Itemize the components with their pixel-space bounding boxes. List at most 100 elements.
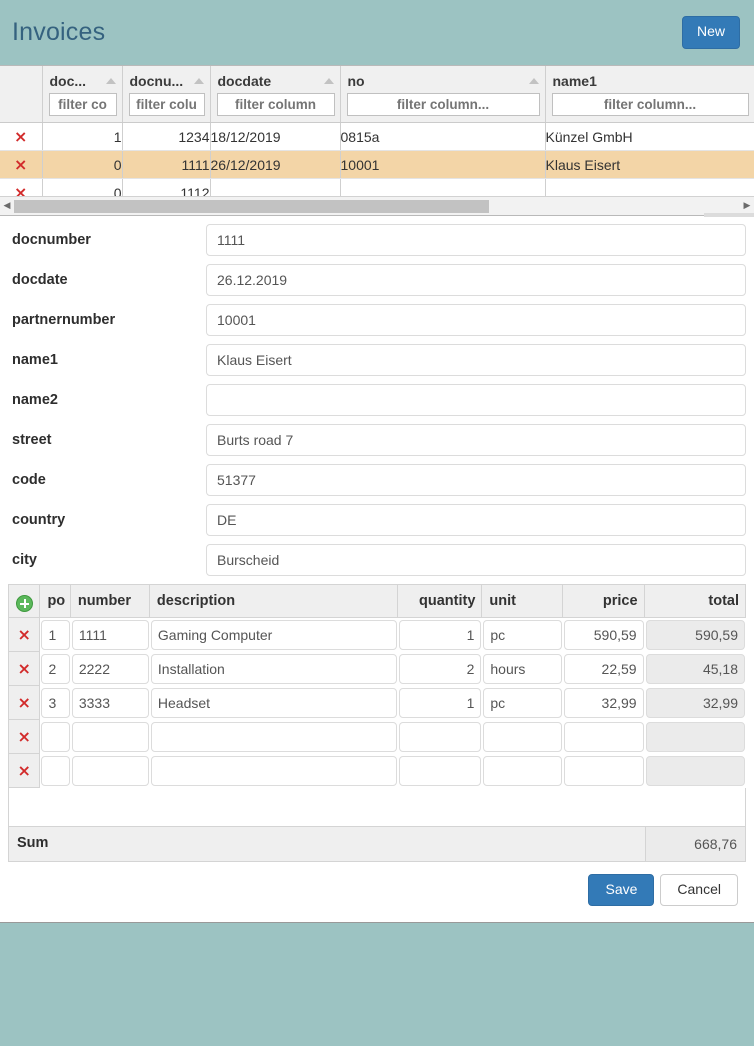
plus-circle-icon[interactable] <box>15 594 33 612</box>
line-item-unit[interactable]: pc <box>483 620 563 650</box>
delete-row-icon[interactable]: × <box>14 128 27 145</box>
grid-filter-doc[interactable]: filter co <box>48 93 117 116</box>
scrollbar-secondary-thumb[interactable] <box>704 212 754 217</box>
line-item-po[interactable] <box>41 756 70 786</box>
save-button[interactable]: Save <box>588 874 655 907</box>
grid-header-docdate[interactable]: docdate filter column <box>210 66 341 123</box>
line-item-unit-cell[interactable] <box>482 720 563 754</box>
line-item-description-cell[interactable]: Installation <box>150 652 398 686</box>
line-item-quantity[interactable]: 2 <box>399 654 482 684</box>
line-item-price-cell[interactable]: 22,59 <box>563 652 644 686</box>
sort-ascending-icon[interactable] <box>528 78 539 84</box>
line-item-description-cell[interactable]: Gaming Computer <box>150 618 398 652</box>
sort-ascending-icon[interactable] <box>193 78 204 84</box>
country-field[interactable] <box>206 504 746 536</box>
row-delete-cell[interactable]: × <box>0 122 43 151</box>
line-item-price-cell[interactable]: 590,59 <box>563 618 644 652</box>
line-item-description[interactable]: Gaming Computer <box>150 620 398 650</box>
line-item-po-cell[interactable]: 2 <box>40 652 70 686</box>
line-item-number[interactable]: 2222 <box>71 654 149 684</box>
line-item-delete-cell[interactable]: × <box>8 652 41 686</box>
new-button[interactable]: New <box>681 16 740 49</box>
sort-ascending-icon[interactable] <box>105 78 116 84</box>
table-row[interactable]: × 1 1234 18/12/2019 0815a Künzel GmbH <box>0 122 754 151</box>
line-item-unit-cell[interactable] <box>482 754 563 788</box>
delete-line-item-icon[interactable]: × <box>18 694 31 711</box>
scroll-left-icon[interactable]: ◀ <box>0 201 14 211</box>
grid-header-doc[interactable]: doc... filter co <box>42 66 123 123</box>
grid-filter-docdate[interactable]: filter column <box>216 93 335 116</box>
partnernumber-field[interactable] <box>206 304 746 336</box>
line-item-description-cell[interactable] <box>150 754 398 788</box>
sort-ascending-icon[interactable] <box>323 78 334 84</box>
line-item-delete-cell[interactable]: × <box>8 618 41 652</box>
grid-header-name1[interactable]: name1 filter column... <box>545 66 754 123</box>
line-item-unit[interactable]: hours <box>483 654 563 684</box>
line-item-price-cell[interactable] <box>563 720 644 754</box>
table-row[interactable]: × 0 1112 <box>0 178 754 196</box>
cancel-button[interactable]: Cancel <box>660 874 738 907</box>
delete-line-item-icon[interactable]: × <box>18 660 31 677</box>
grid-filter-name1[interactable]: filter column... <box>551 93 749 116</box>
name2-field[interactable] <box>206 384 746 416</box>
name1-field[interactable] <box>206 344 746 376</box>
line-item-po[interactable]: 1 <box>41 620 70 650</box>
grid-header-no[interactable]: no filter column... <box>340 66 546 123</box>
line-item-quantity[interactable] <box>399 756 482 786</box>
street-field[interactable] <box>206 424 746 456</box>
line-item-po[interactable]: 2 <box>41 654 70 684</box>
delete-row-icon[interactable]: × <box>14 156 27 173</box>
line-item-price-cell[interactable] <box>563 754 644 788</box>
line-item-quantity-cell[interactable]: 1 <box>398 618 482 652</box>
line-item-price[interactable]: 22,59 <box>564 654 644 684</box>
line-item-description-cell[interactable]: Headset <box>150 686 398 720</box>
line-item-po[interactable]: 3 <box>41 688 70 718</box>
line-item-number-cell[interactable]: 1111 <box>71 618 150 652</box>
grid-horizontal-scrollbar[interactable]: ◀ ▶ <box>0 196 754 217</box>
docdate-field[interactable] <box>206 264 746 296</box>
line-item-po-cell[interactable] <box>40 754 70 788</box>
line-item-row[interactable]: × 1 1111 Gaming Computer 1 pc 590,59 590… <box>8 618 746 652</box>
row-delete-cell[interactable]: × <box>0 150 43 179</box>
delete-line-item-icon[interactable]: × <box>18 626 31 643</box>
line-item-number-cell[interactable] <box>71 720 150 754</box>
line-item-unit-cell[interactable]: hours <box>482 652 563 686</box>
line-item-quantity[interactable]: 1 <box>399 688 482 718</box>
line-item-description-cell[interactable] <box>150 720 398 754</box>
line-item-po-cell[interactable]: 1 <box>40 618 70 652</box>
docnumber-field[interactable] <box>206 224 746 256</box>
line-item-quantity[interactable]: 1 <box>399 620 482 650</box>
line-item-number-cell[interactable] <box>71 754 150 788</box>
line-item-description[interactable] <box>150 722 398 752</box>
line-item-number[interactable] <box>71 756 149 786</box>
city-field[interactable] <box>206 544 746 576</box>
delete-line-item-icon[interactable]: × <box>18 728 31 745</box>
code-field[interactable] <box>206 464 746 496</box>
line-item-row[interactable]: × <box>8 754 746 788</box>
add-line-item-cell[interactable] <box>8 584 41 618</box>
delete-line-item-icon[interactable]: × <box>18 762 31 779</box>
line-item-price[interactable]: 32,99 <box>564 688 644 718</box>
line-item-price[interactable]: 590,59 <box>564 620 644 650</box>
line-item-number-cell[interactable]: 3333 <box>71 686 150 720</box>
line-item-unit[interactable] <box>483 722 563 752</box>
line-item-price[interactable] <box>564 722 644 752</box>
line-item-po-cell[interactable] <box>40 720 70 754</box>
line-item-price-cell[interactable]: 32,99 <box>563 686 644 720</box>
line-item-row[interactable]: × 3 3333 Headset 1 pc 32,99 32,99 <box>8 686 746 720</box>
line-item-quantity-cell[interactable] <box>398 720 482 754</box>
line-item-description[interactable]: Headset <box>150 688 398 718</box>
line-item-quantity-cell[interactable]: 2 <box>398 652 482 686</box>
table-row[interactable]: × 0 1111 26/12/2019 10001 Klaus Eisert <box>0 150 754 179</box>
delete-row-icon[interactable]: × <box>14 184 27 196</box>
line-item-delete-cell[interactable]: × <box>8 686 41 720</box>
scrollbar-thumb[interactable] <box>14 199 489 213</box>
line-item-po[interactable] <box>41 722 70 752</box>
scrollbar-track[interactable] <box>14 199 754 217</box>
line-item-description[interactable] <box>150 756 398 786</box>
row-delete-cell[interactable]: × <box>0 178 43 196</box>
line-item-delete-cell[interactable]: × <box>8 720 41 754</box>
line-item-quantity-cell[interactable] <box>398 754 482 788</box>
line-item-unit[interactable]: pc <box>483 688 563 718</box>
line-item-delete-cell[interactable]: × <box>8 754 41 788</box>
